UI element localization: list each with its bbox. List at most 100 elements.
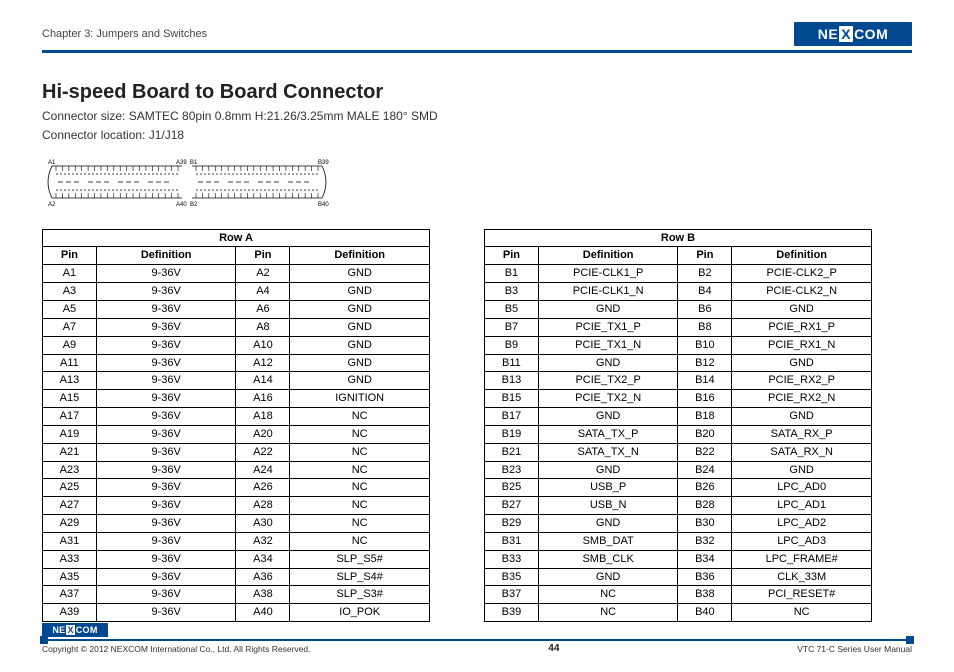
definition-cell: PCIE_TX2_P [538, 372, 678, 390]
pin-cell: A8 [236, 318, 290, 336]
pin-cell: B7 [485, 318, 539, 336]
pin-cell: A15 [43, 390, 97, 408]
definition-cell: IO_POK [290, 604, 430, 622]
pin-cell: A16 [236, 390, 290, 408]
table-row: A59-36VA6GND [43, 300, 430, 318]
definition-cell: LPC_AD3 [732, 532, 872, 550]
definition-cell: PCIE-CLK2_P [732, 265, 872, 283]
definition-cell: LPC_AD2 [732, 515, 872, 533]
table-row: A79-36VA8GND [43, 318, 430, 336]
pin-cell: B36 [678, 568, 732, 586]
definition-cell: GND [290, 372, 430, 390]
pin-cell: B5 [485, 300, 539, 318]
table-row: A219-36VA22NC [43, 443, 430, 461]
definition-cell: PCIE_TX2_N [538, 390, 678, 408]
definition-cell: 9-36V [96, 443, 236, 461]
definition-cell: NC [732, 604, 872, 622]
pin-cell: B19 [485, 425, 539, 443]
pin-cell: B3 [485, 283, 539, 301]
pin-cell: B31 [485, 532, 539, 550]
definition-cell: 9-36V [96, 497, 236, 515]
definition-cell: PCI_RESET# [732, 586, 872, 604]
pin-cell: B14 [678, 372, 732, 390]
definition-cell: NC [290, 497, 430, 515]
pin-cell: B39 [485, 604, 539, 622]
pin-cell: A11 [43, 354, 97, 372]
page-footer: NEXCOM Copyright © 2012 NEXCOM Internati… [42, 623, 912, 654]
definition-cell: GND [732, 300, 872, 318]
definition-cell: GND [538, 408, 678, 426]
pin-cell: A30 [236, 515, 290, 533]
svg-text:A1: A1 [48, 160, 56, 166]
table-row: A279-36VA28NC [43, 497, 430, 515]
pin-cell: B17 [485, 408, 539, 426]
pin-cell: A10 [236, 336, 290, 354]
table-row: B15PCIE_TX2_NB16PCIE_RX2_N [485, 390, 872, 408]
table-row: B33SMB_CLKB34LPC_FRAME# [485, 550, 872, 568]
definition-cell: 9-36V [96, 300, 236, 318]
definition-cell: PCIE_RX2_P [732, 372, 872, 390]
definition-cell: 9-36V [96, 532, 236, 550]
svg-text:B1: B1 [190, 160, 198, 166]
pin-cell: A1 [43, 265, 97, 283]
pin-cell: A29 [43, 515, 97, 533]
pin-cell: B26 [678, 479, 732, 497]
table-row: A259-36VA26NC [43, 479, 430, 497]
definition-cell: NC [290, 461, 430, 479]
pin-cell: A22 [236, 443, 290, 461]
pin-cell: A6 [236, 300, 290, 318]
pin-cell: B23 [485, 461, 539, 479]
definition-cell: GND [290, 336, 430, 354]
definition-cell: GND [538, 568, 678, 586]
pin-cell: B8 [678, 318, 732, 336]
definition-cell: GND [538, 515, 678, 533]
pin-cell: A2 [236, 265, 290, 283]
definition-cell: 9-36V [96, 586, 236, 604]
pin-cell: A24 [236, 461, 290, 479]
definition-cell: SATA_RX_P [732, 425, 872, 443]
definition-cell: GND [538, 300, 678, 318]
pin-cell: B28 [678, 497, 732, 515]
table-row: A139-36VA14GND [43, 372, 430, 390]
connector-size: Connector size: SAMTEC 80pin 0.8mm H:21.… [42, 108, 912, 125]
pin-cell: B22 [678, 443, 732, 461]
definition-cell: NC [290, 532, 430, 550]
pin-cell: A19 [43, 425, 97, 443]
table-row: B9PCIE_TX1_NB10PCIE_RX1_N [485, 336, 872, 354]
definition-cell: 9-36V [96, 318, 236, 336]
definition-cell: 9-36V [96, 372, 236, 390]
definition-cell: 9-36V [96, 550, 236, 568]
definition-cell: IGNITION [290, 390, 430, 408]
definition-cell: SLP_S3# [290, 586, 430, 604]
pin-cell: A27 [43, 497, 97, 515]
pin-cell: B6 [678, 300, 732, 318]
table-a-header-row: Pin Definition Pin Definition [43, 247, 430, 265]
pin-cell: A5 [43, 300, 97, 318]
table-row: A179-36VA18NC [43, 408, 430, 426]
table-row: B29GNDB30LPC_AD2 [485, 515, 872, 533]
definition-cell: GND [290, 300, 430, 318]
pin-cell: B13 [485, 372, 539, 390]
definition-cell: 9-36V [96, 336, 236, 354]
pin-cell: A25 [43, 479, 97, 497]
table-row: A99-36VA10GND [43, 336, 430, 354]
definition-cell: LPC_FRAME# [732, 550, 872, 568]
definition-cell: NC [290, 425, 430, 443]
pin-cell: B30 [678, 515, 732, 533]
definition-cell: 9-36V [96, 461, 236, 479]
definition-cell: GND [538, 354, 678, 372]
pin-cell: A23 [43, 461, 97, 479]
pin-cell: B37 [485, 586, 539, 604]
pin-cell: A39 [43, 604, 97, 622]
table-row: A239-36VA24NC [43, 461, 430, 479]
pin-cell: B27 [485, 497, 539, 515]
definition-cell: LPC_AD1 [732, 497, 872, 515]
definition-cell: NC [290, 408, 430, 426]
definition-cell: 9-36V [96, 604, 236, 622]
table-row: A299-36VA30NC [43, 515, 430, 533]
table-row: B39NCB40NC [485, 604, 872, 622]
definition-cell: USB_P [538, 479, 678, 497]
definition-cell: PCIE_RX2_N [732, 390, 872, 408]
definition-cell: NC [538, 586, 678, 604]
pin-cell: B16 [678, 390, 732, 408]
